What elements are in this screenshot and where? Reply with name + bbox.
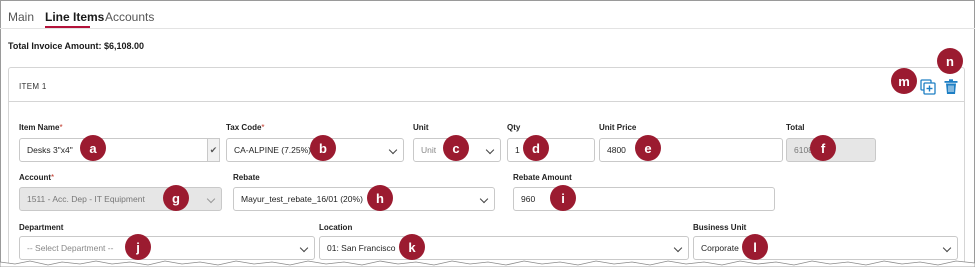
callout-i: i xyxy=(550,185,576,211)
callout-g: g xyxy=(163,185,189,211)
unit-price-input[interactable]: 4800 xyxy=(599,138,783,162)
rebate-label: Rebate xyxy=(233,173,260,182)
callout-n: n xyxy=(937,48,963,74)
torn-edge-decoration xyxy=(0,260,975,267)
callout-d: d xyxy=(523,135,549,161)
copy-add-icon[interactable] xyxy=(920,79,936,95)
business-unit-label: Business Unit xyxy=(693,223,747,232)
tabs-divider xyxy=(0,28,975,29)
account-label: Account* xyxy=(19,173,55,182)
callout-j: j xyxy=(125,234,151,260)
unit-label: Unit xyxy=(413,123,429,132)
tab-line-items[interactable]: Line Items xyxy=(45,10,104,24)
qty-label: Qty xyxy=(507,123,521,132)
tab-main[interactable]: Main xyxy=(8,10,34,24)
location-label: Location xyxy=(319,223,353,232)
trash-icon[interactable] xyxy=(944,79,958,95)
card-header-divider xyxy=(8,101,965,102)
tax-code-label: Tax Code* xyxy=(226,123,265,132)
item-name-label: Item Name* xyxy=(19,123,63,132)
callout-f: f xyxy=(810,135,836,161)
department-select[interactable]: -- Select Department -- xyxy=(19,236,315,260)
qty-input[interactable]: 1 xyxy=(507,138,595,162)
callout-h: h xyxy=(367,185,393,211)
callout-b: b xyxy=(310,135,336,161)
rebate-amount-label: Rebate Amount xyxy=(513,173,572,182)
total-label: Total xyxy=(786,123,805,132)
item-name-input[interactable]: Desks 3"x4" xyxy=(19,138,208,162)
business-unit-select[interactable]: Corporate xyxy=(693,236,958,260)
callout-e: e xyxy=(635,135,661,161)
callout-a: a xyxy=(80,135,106,161)
department-label: Department xyxy=(19,223,64,232)
checkmark-icon[interactable]: ✔ xyxy=(208,138,220,162)
unit-price-label: Unit Price xyxy=(599,123,637,132)
callout-k: k xyxy=(399,234,425,260)
callout-m: m xyxy=(891,68,917,94)
location-select[interactable]: 01: San Francisco xyxy=(319,236,689,260)
tab-accounts[interactable]: Accounts xyxy=(105,10,154,24)
total-invoice-amount: Total Invoice Amount: $6,108.00 xyxy=(8,41,145,51)
item-title: ITEM 1 xyxy=(19,82,47,91)
callout-c: c xyxy=(443,135,469,161)
rebate-select[interactable]: Mayur_test_rebate_16/01 (20%) xyxy=(233,187,495,211)
account-select: 1511 - Acc. Dep - IT Equipment xyxy=(19,187,222,211)
callout-l: l xyxy=(742,234,768,260)
